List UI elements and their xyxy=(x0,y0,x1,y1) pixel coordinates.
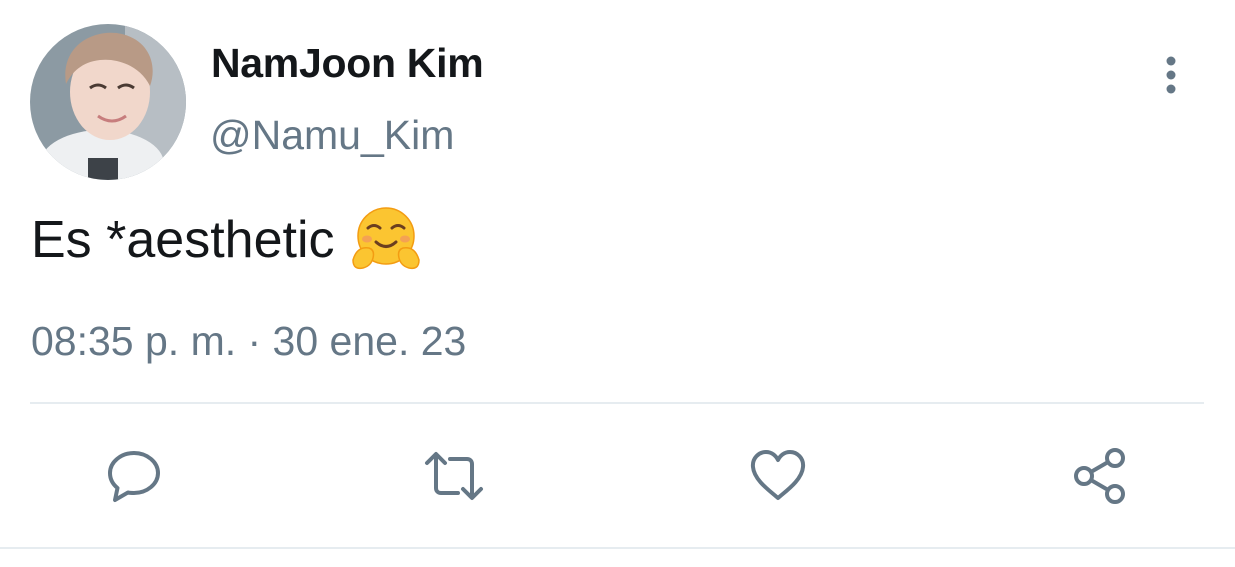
reply-button[interactable] xyxy=(104,446,164,506)
hugging-face-emoji xyxy=(351,206,421,274)
avatar-photo xyxy=(30,24,186,180)
tweet-text: Es *aesthetic xyxy=(31,211,335,269)
more-options-button[interactable] xyxy=(1150,50,1192,100)
divider xyxy=(30,402,1204,404)
tweet-body: Es *aesthetic xyxy=(31,206,421,274)
speech-bubble-icon xyxy=(108,451,160,502)
more-vertical-icon xyxy=(1166,56,1176,94)
tweet-timestamp[interactable]: 08:35 p. m. · 30 ene. 23 xyxy=(31,318,466,365)
display-name[interactable]: NamJoon Kim xyxy=(211,40,484,87)
like-button[interactable] xyxy=(748,446,808,506)
share-button[interactable] xyxy=(1070,446,1130,506)
share-icon xyxy=(1074,448,1125,504)
avatar[interactable] xyxy=(30,24,186,180)
user-handle[interactable]: @Namu_Kim xyxy=(210,112,454,159)
retweet-button[interactable] xyxy=(424,446,484,506)
retweet-icon xyxy=(425,452,483,500)
divider xyxy=(0,547,1235,549)
heart-icon xyxy=(750,450,806,500)
